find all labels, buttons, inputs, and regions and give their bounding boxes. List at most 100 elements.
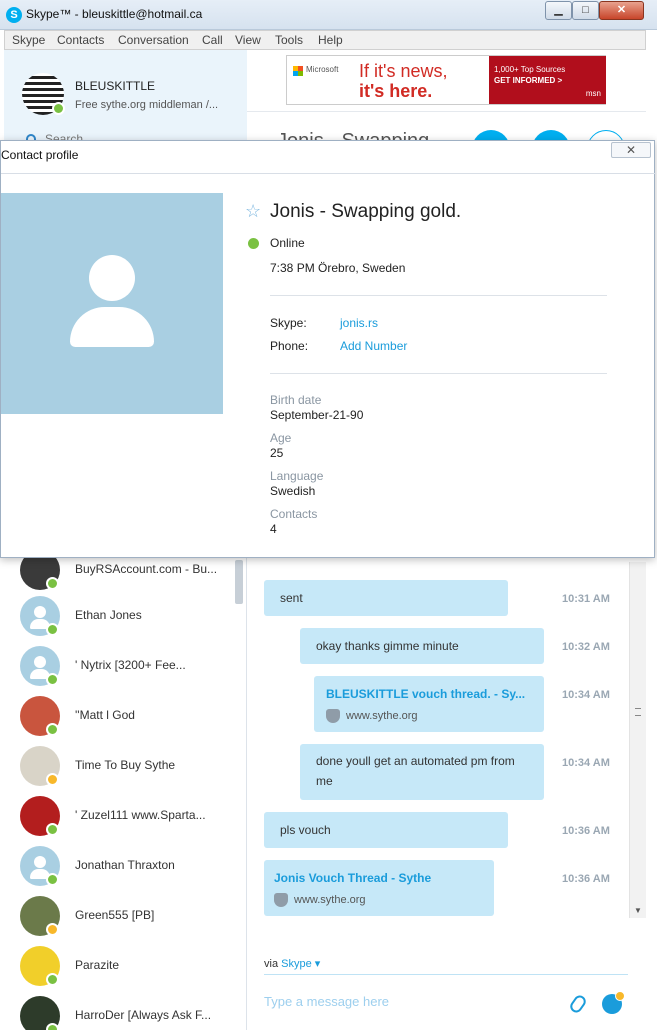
- contact-item[interactable]: ''Matt l God: [4, 696, 238, 746]
- message-input[interactable]: [264, 994, 554, 1009]
- menu-contacts[interactable]: Contacts: [57, 33, 104, 47]
- site-shield-icon: [326, 709, 340, 723]
- emoticon-icon[interactable]: [602, 991, 625, 1014]
- contact-item[interactable]: Ethan Jones: [4, 596, 238, 646]
- message-text: sent: [280, 591, 303, 605]
- skype-icon: S: [6, 7, 22, 23]
- message-time: 10:36 AM: [562, 825, 610, 837]
- my-status-icon[interactable]: [52, 102, 65, 115]
- microsoft-logo-icon: [293, 66, 303, 76]
- message-time: 10:31 AM: [562, 593, 610, 605]
- avatar-body-shape: [70, 307, 154, 347]
- add-number-link[interactable]: Add Number: [340, 339, 407, 353]
- menu-skype[interactable]: Skype: [12, 33, 45, 47]
- online-status-icon: [46, 673, 59, 686]
- skype-label: Skype:: [270, 316, 307, 330]
- contact-item[interactable]: ' Nytrix [3200+ Fee...: [4, 646, 238, 696]
- divider: [264, 974, 628, 975]
- contact-name: BuyRSAccount.com - Bu...: [75, 562, 218, 576]
- link-url: www.sythe.org: [326, 706, 532, 726]
- my-profile[interactable]: BLEUSKITTLE Free sythe.org middleman /..…: [4, 50, 247, 140]
- contact-name: ' Zuzel111 www.Sparta...: [75, 808, 206, 822]
- link-preview-bubble[interactable]: Jonis Vouch Thread - Sythe www.sythe.org: [264, 860, 494, 916]
- ad-cta-line-1: 1,000+ Top Sources: [494, 65, 566, 74]
- menu-bar: Skype Contacts Conversation Call View To…: [4, 30, 646, 50]
- link-preview-bubble[interactable]: BLEUSKITTLE vouch thread. - Sy... www.sy…: [314, 676, 544, 732]
- scrollbar-grip[interactable]: [635, 708, 641, 716]
- contact-profile-avatar: [1, 193, 223, 414]
- profile-status: Online: [270, 236, 305, 250]
- close-button[interactable]: ✕: [599, 1, 644, 20]
- menu-tools[interactable]: Tools: [275, 33, 303, 47]
- minimize-button[interactable]: ▁: [545, 1, 572, 20]
- contact-profile-dialog: Contact profile ✕ ☆ Jonis - Swapping gol…: [0, 140, 656, 558]
- title-bar: S Skype™ - bleuskittle@hotmail.ca ▁ □ ✕: [0, 0, 657, 30]
- contact-name: ''Matt l God: [75, 708, 135, 722]
- skype-name-link[interactable]: jonis.rs: [340, 316, 378, 330]
- online-status-icon: [46, 823, 59, 836]
- message-time: 10:32 AM: [562, 641, 610, 653]
- link-title[interactable]: Jonis Vouch Thread - Sythe: [274, 868, 484, 888]
- via-prefix: via: [264, 958, 279, 970]
- contacts-count-value: 4: [270, 522, 277, 536]
- conversation-scrollbar[interactable]: ▼: [629, 562, 646, 918]
- birth-date-value: September-21-90: [270, 408, 364, 422]
- link-title[interactable]: BLEUSKITTLE vouch thread. - Sy...: [326, 684, 532, 704]
- message-text: done youll get an automated pm from me: [316, 754, 515, 788]
- maximize-button[interactable]: □: [572, 1, 599, 20]
- contact-name: Green555 [PB]: [75, 908, 155, 922]
- message-text: pls vouch: [280, 823, 331, 837]
- menu-help[interactable]: Help: [318, 33, 343, 47]
- contact-item[interactable]: Green555 [PB]: [4, 896, 238, 946]
- ad-cta[interactable]: 1,000+ Top Sources GET INFORMED > msn: [489, 56, 606, 104]
- window-title: Skype™ - bleuskittle@hotmail.ca: [26, 7, 203, 21]
- contacts-scrollbar[interactable]: [235, 560, 243, 604]
- online-status-icon: [248, 238, 259, 249]
- contact-name: HarroDer [Always Ask F...: [75, 1008, 212, 1022]
- language-value: Swedish: [270, 484, 316, 498]
- language-label: Language: [270, 469, 324, 483]
- link-url: www.sythe.org: [274, 890, 484, 910]
- message-time: 10:34 AM: [562, 689, 610, 701]
- advertisement-banner[interactable]: Microsoft If it's news, it's here. 1,000…: [286, 55, 606, 105]
- online-status-icon: [46, 1023, 59, 1030]
- menu-call[interactable]: Call: [202, 33, 223, 47]
- menu-view[interactable]: View: [235, 33, 261, 47]
- online-status-icon: [46, 577, 59, 590]
- contact-item[interactable]: Parazite: [4, 946, 238, 996]
- contact-name: ' Nytrix [3200+ Fee...: [75, 658, 186, 672]
- message-text: okay thanks gimme minute: [316, 639, 459, 653]
- message-bubble: done youll get an automated pm from me: [300, 744, 544, 800]
- favorite-star-icon[interactable]: ☆: [245, 201, 261, 222]
- contacts-count-label: Contacts: [270, 507, 318, 521]
- message-bubble: pls vouch: [264, 812, 508, 848]
- link-url-text: www.sythe.org: [346, 710, 418, 722]
- divider: [1, 173, 656, 174]
- contact-item[interactable]: Jonathan Thraxton: [4, 846, 238, 896]
- message-bubble: okay thanks gimme minute: [300, 628, 544, 664]
- contact-item[interactable]: ' Zuzel111 www.Sparta...: [4, 796, 238, 846]
- online-status-icon: [46, 623, 59, 636]
- contact-name: Time To Buy Sythe: [75, 758, 176, 772]
- age-label: Age: [270, 431, 292, 445]
- my-mood-message[interactable]: Free sythe.org middleman /...: [75, 99, 218, 111]
- menu-conversation[interactable]: Conversation: [118, 33, 189, 47]
- scroll-down-arrow-icon[interactable]: ▼: [634, 906, 642, 915]
- via-skype-link[interactable]: Skype ▾: [281, 958, 320, 970]
- divider: [270, 295, 607, 296]
- age-value: 25: [270, 446, 284, 460]
- via-selector[interactable]: via Skype ▾: [264, 957, 320, 970]
- contact-name: Ethan Jones: [75, 608, 142, 622]
- contact-item[interactable]: HarroDer [Always Ask F...: [4, 996, 238, 1030]
- paperclip-icon[interactable]: [567, 993, 589, 1015]
- contact-item[interactable]: Time To Buy Sythe: [4, 746, 238, 796]
- ad-brand: Microsoft: [306, 65, 339, 74]
- away-status-icon: [46, 923, 59, 936]
- ad-headline-line-1: If it's news,: [359, 61, 448, 81]
- contact-name: Jonathan Thraxton: [75, 858, 175, 872]
- phone-label: Phone:: [270, 339, 309, 353]
- ad-headline-line-2: it's here.: [359, 81, 433, 101]
- dialog-close-button[interactable]: ✕: [611, 142, 651, 158]
- divider: [247, 111, 646, 112]
- message-time: 10:34 AM: [562, 757, 610, 769]
